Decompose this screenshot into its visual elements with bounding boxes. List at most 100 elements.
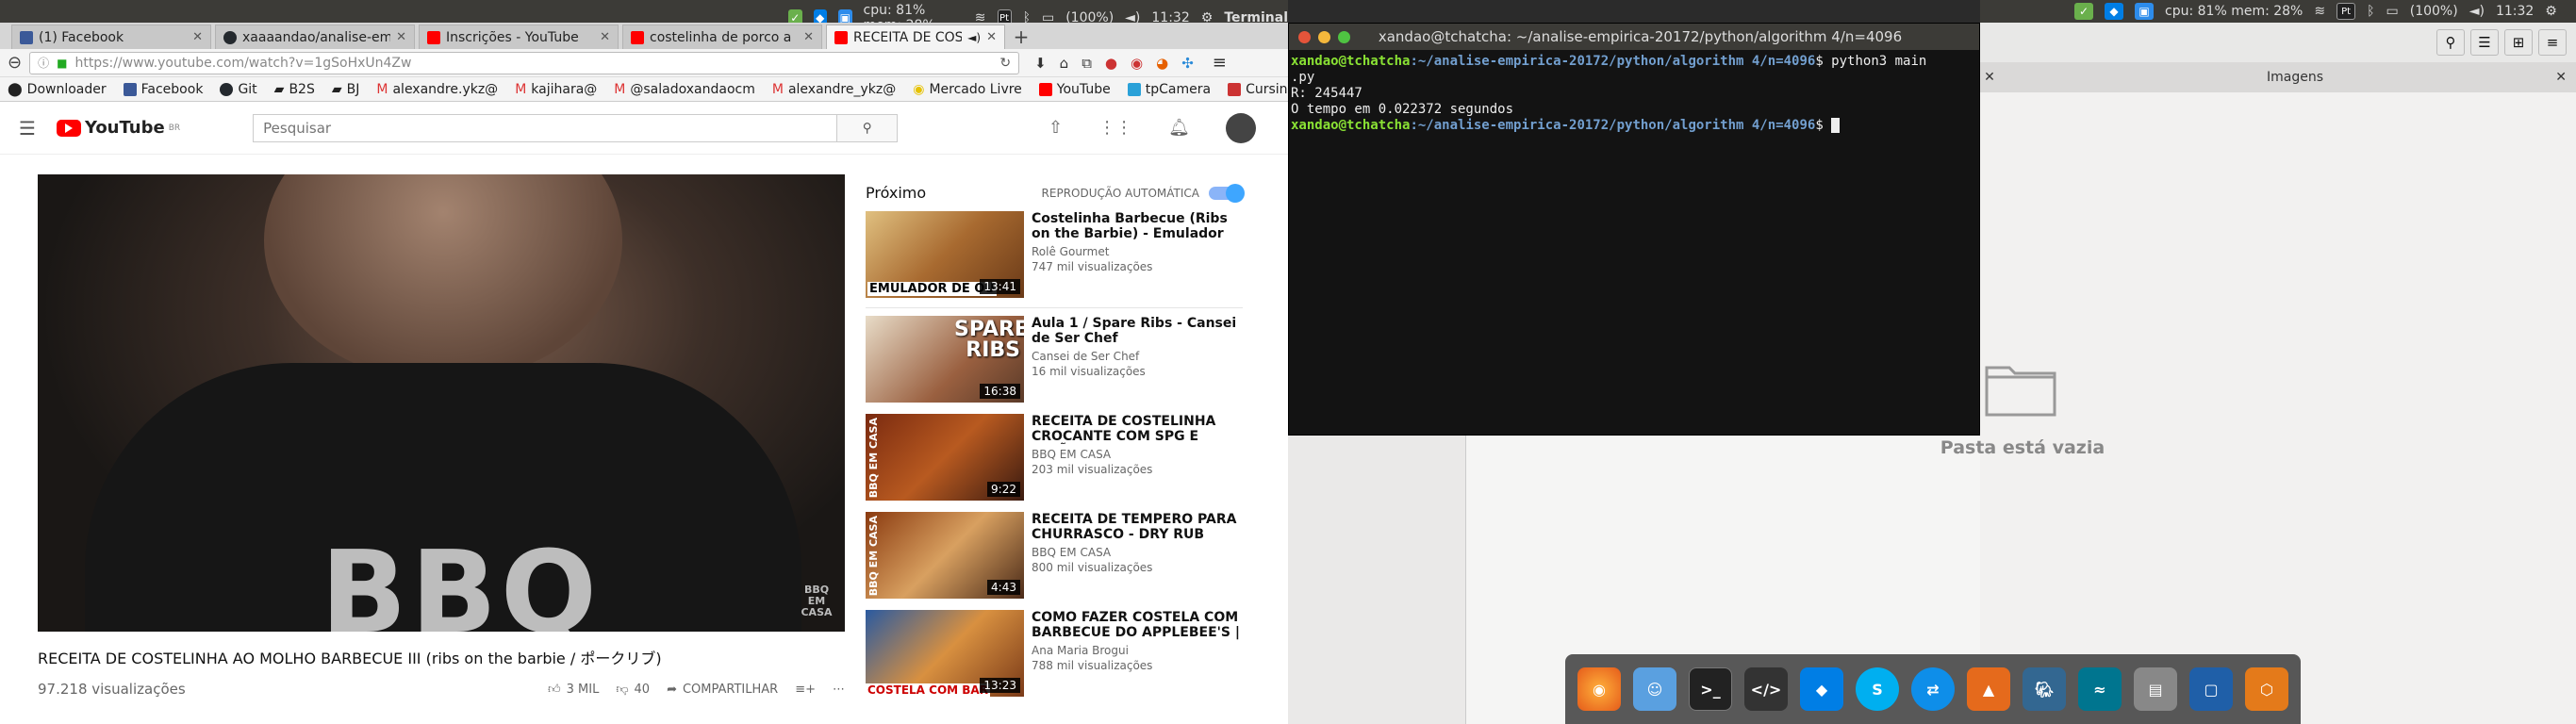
recommendation-item[interactable]: BBQ EM CASA 4:43 RECEITA DE TEMPERO PARA… (866, 512, 1243, 599)
matlab-icon[interactable]: ▲ (1967, 667, 2010, 711)
bookmark-item[interactable]: Git (220, 82, 257, 97)
upload-icon[interactable]: ⇧ (1049, 118, 1063, 138)
pocket-icon[interactable]: ◉ (1131, 55, 1143, 72)
bookmark-item[interactable]: ◉ Mercado Livre (913, 82, 1022, 97)
view-grid-icon[interactable]: ⊞ (2504, 29, 2533, 56)
bookmark-item[interactable]: Malexandre_ykz@ (772, 82, 896, 97)
bookmark-item[interactable]: Mkajihara@ (515, 82, 597, 97)
bookmark-item[interactable]: Facebook (123, 82, 203, 97)
bluetooth-icon[interactable]: ᛒ (2367, 4, 2374, 19)
maximize-window-button[interactable] (1338, 30, 1350, 43)
postgres-icon[interactable]: 🐘︎ (2023, 667, 2066, 711)
dropbox-icon[interactable]: ◆ (2105, 3, 2123, 20)
github-favicon-icon (223, 30, 237, 44)
teamviewer-icon[interactable]: ⇄ (1911, 667, 1955, 711)
channel-watermark[interactable]: BBQ EM CASA (798, 584, 835, 618)
terminal-output[interactable]: xandao@tchatcha:~/analise-empirica-20172… (1289, 50, 1979, 138)
avatar[interactable] (1226, 112, 1256, 143)
finder-icon[interactable]: ☺ (1633, 667, 1676, 711)
bookmark-item[interactable]: YouTube (1038, 82, 1111, 97)
disk-icon[interactable]: ▤ (2134, 667, 2177, 711)
mysql-workbench-icon[interactable]: ≈ (2078, 667, 2122, 711)
url-field[interactable]: ⓘ ■ https://www.youtube.com/watch?v=1gSo… (29, 51, 1020, 74)
close-window-button[interactable] (1298, 30, 1311, 43)
close-tab-icon[interactable]: ✕ (600, 30, 610, 44)
skype-icon[interactable]: S (1856, 667, 1899, 711)
tab-youtube-subscriptions[interactable]: Inscrições - YouTube ✕ (419, 25, 619, 49)
hamburger-menu-icon[interactable]: ☰ (19, 117, 36, 140)
clock[interactable]: 11:32 (2496, 4, 2534, 19)
code-editor-icon[interactable]: </> (1744, 667, 1788, 711)
like-button[interactable]: 👍︎ 3 MIL (548, 683, 599, 697)
dropbox-icon[interactable]: ◆ (1800, 667, 1843, 711)
youtube-play-icon (56, 119, 81, 137)
share-button[interactable]: ➦ COMPARTILHAR (667, 683, 778, 697)
battery-icon[interactable]: ▭ (2386, 4, 2399, 19)
menu-icon[interactable]: ≡ (1213, 53, 1227, 73)
terminal-icon[interactable]: >_ (1689, 667, 1732, 711)
tab-github[interactable]: xaaaandao/analise-em ✕ (215, 25, 415, 49)
bookmark-item[interactable]: ⬤ Downloader (8, 82, 107, 97)
dislike-button[interactable]: 👎︎ 40 (616, 683, 650, 697)
search-button[interactable]: ⚲ (837, 113, 899, 142)
settings-icon[interactable]: ⚙ (2545, 4, 2557, 19)
close-tab-icon[interactable]: ✕ (986, 30, 997, 44)
audio-playing-icon[interactable]: ◄) (967, 31, 981, 44)
more-actions-icon[interactable]: ⋯ (833, 683, 845, 697)
autoplay-toggle[interactable] (1209, 183, 1245, 203)
tab-youtube-video[interactable]: RECEITA DE COSTE◄)✕ (826, 25, 1005, 49)
close-tab-icon[interactable]: ✕ (1980, 70, 1999, 85)
volume-icon[interactable]: ◄) (2469, 4, 2485, 19)
search-icon[interactable]: ⚲ (2436, 29, 2465, 56)
app-indicator-icon[interactable]: ▣ (2135, 3, 2154, 20)
minimize-window-button[interactable] (1318, 30, 1330, 43)
vm-icon[interactable]: ⬡ (2245, 667, 2288, 711)
recommendation-thumbnail[interactable]: EMULADOR DE OU 13:41 (866, 211, 1024, 298)
tab-imagens[interactable]: Imagens (2267, 70, 2323, 85)
close-tab-icon[interactable]: ✕ (803, 30, 814, 44)
extension-icon[interactable]: ● (1105, 55, 1117, 72)
youtube-logo[interactable]: YouTube BR (56, 118, 180, 138)
screenshot-icon[interactable]: ⧉ (1082, 55, 1092, 72)
recommendation-item[interactable]: SPARE RIBS 16:38 Aula 1 / Spare Ribs - C… (866, 316, 1243, 403)
view-list-icon[interactable]: ☰ (2470, 29, 2499, 56)
extension-icon[interactable]: ✣ (1181, 55, 1194, 72)
menu-icon[interactable]: ≡ (2538, 29, 2567, 56)
download-icon[interactable]: ⬇ (1034, 55, 1047, 72)
reload-icon[interactable]: ↻ (999, 56, 1011, 71)
recommendation-item[interactable]: BBQ EM CASA 9:22 RECEITA DE COSTELINHA C… (866, 414, 1243, 501)
search-input[interactable] (253, 113, 838, 142)
recommendation-item[interactable]: COSTELA COM BAR 13:23 COMO FAZER COSTELA… (866, 610, 1243, 697)
video-player[interactable]: BBQ BBQ EM CASA (38, 174, 845, 632)
virtualbox-icon[interactable]: ▢ (2189, 667, 2233, 711)
close-tab-icon[interactable]: ✕ (2555, 70, 2567, 85)
recommendation-title: Aula 1 / Spare Ribs - Cansei de Ser Chef (1032, 316, 1237, 346)
firefox-account-icon[interactable]: ◕ (1156, 55, 1168, 72)
back-icon[interactable]: ⊖ (8, 53, 22, 73)
wifi-icon[interactable]: ≋ (2314, 4, 2325, 19)
tab-youtube-search[interactable]: costelinha de porco a ✕ (622, 25, 822, 49)
close-tab-icon[interactable]: ✕ (396, 30, 406, 44)
recommendation-thumbnail[interactable]: BBQ EM CASA 9:22 (866, 414, 1024, 501)
firefox-icon[interactable]: ◉ (1577, 667, 1621, 711)
info-icon[interactable]: ⓘ (38, 55, 49, 71)
apps-grid-icon[interactable]: ⋮⋮ (1098, 118, 1132, 138)
pt-keyboard-icon[interactable]: Pt (2337, 3, 2356, 20)
bookmark-item[interactable]: tpCamera (1127, 82, 1211, 97)
notifications-bell-icon[interactable]: 🔔︎ (1168, 118, 1190, 138)
tab-facebook[interactable]: (1) Facebook ✕ (11, 25, 211, 49)
recommendation-thumbnail[interactable]: BBQ EM CASA 4:43 (866, 512, 1024, 599)
recommendation-thumbnail[interactable]: COSTELA COM BAR 13:23 (866, 610, 1024, 697)
recommendation-item[interactable]: EMULADOR DE OU 13:41 Costelinha Barbecue… (866, 211, 1243, 298)
update-icon[interactable]: ✓ (2074, 3, 2093, 20)
add-to-playlist-icon[interactable]: ≡+ (795, 683, 816, 697)
bookmark-item[interactable]: M @saladoxandaocm (614, 82, 755, 97)
new-tab-button[interactable]: + (1009, 25, 1033, 49)
bookmark-item[interactable]: Malexandre.ykz@ (376, 82, 498, 97)
close-tab-icon[interactable]: ✕ (192, 30, 203, 44)
bookmark-item[interactable]: ▰ B2S (274, 82, 315, 97)
terminal-window[interactable]: xandao@tchatcha: ~/analise-empirica-2017… (1288, 23, 1980, 436)
bookmark-item[interactable]: ▰ BJ (332, 82, 360, 97)
home-icon[interactable]: ⌂ (1060, 55, 1069, 72)
recommendation-thumbnail[interactable]: SPARE RIBS 16:38 (866, 316, 1024, 403)
